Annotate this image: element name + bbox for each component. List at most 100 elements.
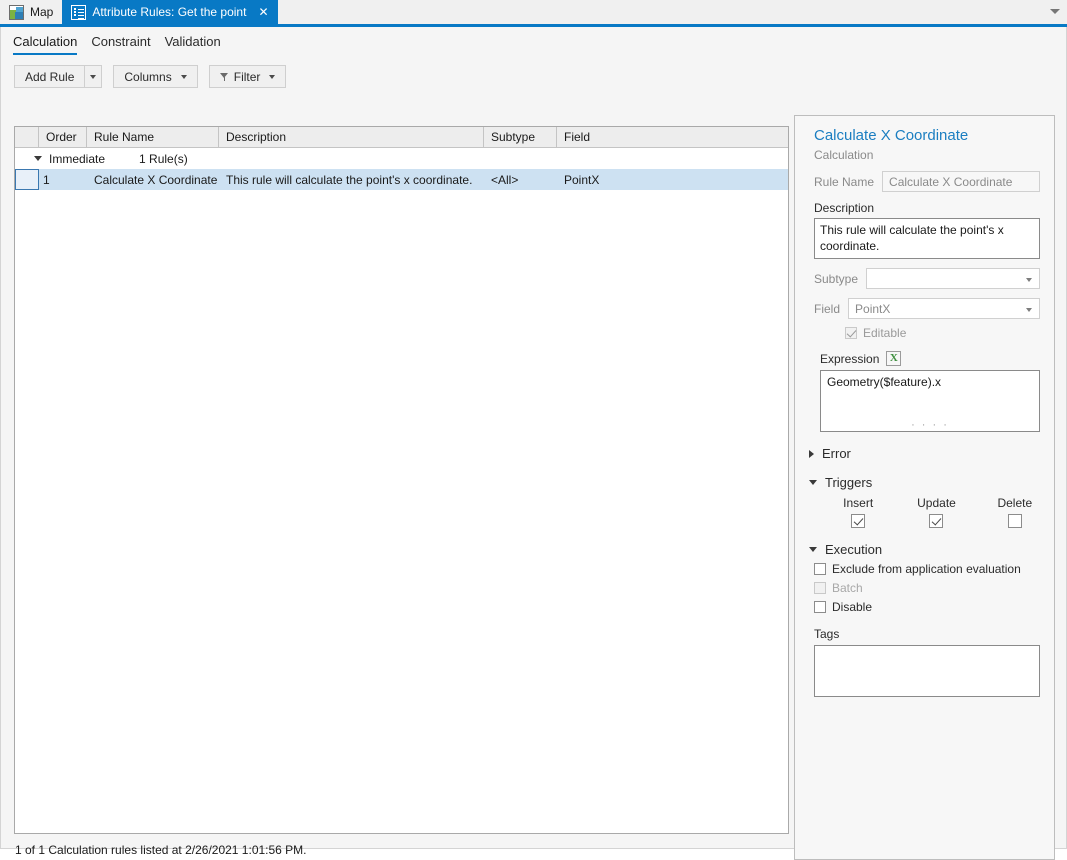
grid-group-label: Immediate	[49, 152, 105, 166]
expression-label: Expression	[820, 352, 879, 366]
attribute-rules-view: Calculation Constraint Validation Add Ru…	[0, 27, 1067, 849]
cell-order[interactable]: 1	[39, 169, 87, 190]
status-bar: 1 of 1 Calculation rules listed at 2/26/…	[15, 843, 307, 857]
filter-button[interactable]: Filter	[209, 65, 287, 88]
batch-row: Batch	[795, 581, 1054, 595]
attribute-rules-window: Map Attribute Rules: Get the point ✕ Cal…	[0, 0, 1067, 849]
arcade-expression-icon[interactable]: X	[886, 351, 901, 366]
panel-subtitle: Calculation	[795, 144, 1054, 162]
chevron-down-icon	[181, 75, 187, 79]
batch-label: Batch	[832, 581, 863, 595]
grid-toolbar: Add Rule Columns Filter	[1, 55, 1066, 96]
batch-checkbox[interactable]	[814, 582, 826, 594]
close-icon[interactable]: ✕	[258, 6, 268, 18]
subtype-select[interactable]	[866, 268, 1040, 289]
column-header-select[interactable]	[15, 127, 39, 147]
description-block: Description This rule will calculate the…	[795, 201, 1054, 259]
trigger-update-label: Update	[897, 496, 975, 510]
rule-type-tabs: Calculation Constraint Validation	[1, 27, 1066, 55]
chevron-down-icon	[90, 75, 96, 79]
grid-header-row: Order Rule Name Description Subtype Fiel…	[15, 127, 788, 148]
columns-button[interactable]: Columns	[113, 65, 197, 88]
cell-field[interactable]: PointX	[557, 169, 788, 190]
add-rule-label: Add Rule	[25, 70, 74, 84]
filter-label: Filter	[234, 70, 261, 84]
tab-validation[interactable]: Validation	[165, 34, 221, 55]
expression-field[interactable]: Geometry($feature).x · · · ·	[820, 370, 1040, 432]
editable-checkbox[interactable]	[845, 327, 857, 339]
attribute-rules-icon	[71, 5, 86, 20]
triggers-group: Insert Update Delete	[795, 496, 1054, 528]
chevron-down-icon	[269, 75, 275, 79]
tab-attribute-rules[interactable]: Attribute Rules: Get the point ✕	[62, 0, 277, 24]
add-rule-dropdown-button[interactable]	[85, 65, 102, 88]
description-label: Description	[814, 201, 1040, 215]
chevron-right-icon	[809, 450, 814, 458]
exclude-from-evaluation-checkbox[interactable]	[814, 563, 826, 575]
tab-map[interactable]: Map	[0, 0, 62, 24]
rules-grid[interactable]: Order Rule Name Description Subtype Fiel…	[14, 126, 789, 834]
field-label: Field	[814, 302, 840, 316]
exclude-from-evaluation-label: Exclude from application evaluation	[832, 562, 1021, 576]
chevron-down-icon	[1026, 308, 1032, 312]
disable-checkbox[interactable]	[814, 601, 826, 613]
grid-group-count: 1 Rule(s)	[139, 152, 188, 166]
tab-calculation[interactable]: Calculation	[13, 34, 77, 55]
trigger-insert: Insert	[819, 496, 897, 528]
tab-constraint-label: Constraint	[91, 34, 150, 49]
trigger-update-checkbox[interactable]	[929, 514, 943, 528]
rule-name-field[interactable]: Calculate X Coordinate	[882, 171, 1040, 192]
column-header-order[interactable]: Order	[39, 127, 87, 147]
tab-validation-label: Validation	[165, 34, 221, 49]
column-header-description[interactable]: Description	[219, 127, 484, 147]
description-field[interactable]: This rule will calculate the point's x c…	[814, 218, 1040, 259]
triggers-section-header[interactable]: Triggers	[795, 475, 1054, 490]
triggers-section-label: Triggers	[825, 475, 872, 490]
row-selector-cell[interactable]	[15, 169, 39, 190]
field-select-value: PointX	[855, 302, 890, 316]
trigger-delete-label: Delete	[976, 496, 1054, 510]
chevron-down-icon[interactable]	[1050, 9, 1060, 14]
field-row: Field PointX	[795, 298, 1054, 319]
chevron-down-icon	[1026, 278, 1032, 282]
chevron-down-icon[interactable]	[34, 156, 42, 161]
filter-icon	[220, 72, 229, 81]
add-rule-button[interactable]: Add Rule	[14, 65, 85, 88]
field-select[interactable]: PointX	[848, 298, 1040, 319]
exclude-from-evaluation-row: Exclude from application evaluation	[795, 562, 1054, 576]
disable-row: Disable	[795, 600, 1054, 614]
trigger-delete-checkbox[interactable]	[1008, 514, 1022, 528]
tags-field[interactable]	[814, 645, 1040, 697]
chevron-down-icon	[809, 480, 817, 485]
columns-label: Columns	[124, 70, 171, 84]
tab-calculation-label: Calculation	[13, 34, 77, 49]
chevron-down-icon	[809, 547, 817, 552]
table-row[interactable]: 1 Calculate X Coordinate This rule will …	[15, 169, 788, 190]
resize-grip-icon[interactable]: · · · ·	[821, 422, 1039, 428]
cell-description[interactable]: This rule will calculate the point's x c…	[219, 169, 484, 190]
trigger-update: Update	[897, 496, 975, 528]
rule-name-label: Rule Name	[814, 175, 874, 189]
error-section-header[interactable]: Error	[795, 446, 1054, 461]
cell-subtype[interactable]: <All>	[484, 169, 557, 190]
trigger-delete: Delete	[976, 496, 1054, 528]
column-header-rule-name[interactable]: Rule Name	[87, 127, 219, 147]
subtype-row: Subtype	[795, 268, 1054, 289]
subtype-label: Subtype	[814, 272, 858, 286]
tags-label: Tags	[795, 627, 1054, 641]
cell-rule-name[interactable]: Calculate X Coordinate	[87, 169, 219, 190]
editable-label: Editable	[863, 326, 906, 340]
execution-section-label: Execution	[825, 542, 882, 557]
add-rule-split-button: Add Rule	[14, 65, 102, 88]
error-section-label: Error	[822, 446, 851, 461]
panel-title: Calculate X Coordinate	[795, 116, 1054, 144]
column-header-field[interactable]: Field	[557, 127, 788, 147]
execution-section-header[interactable]: Execution	[795, 542, 1054, 557]
expression-value: Geometry($feature).x	[827, 375, 941, 389]
trigger-insert-checkbox[interactable]	[851, 514, 865, 528]
tab-constraint[interactable]: Constraint	[91, 34, 150, 55]
column-header-subtype[interactable]: Subtype	[484, 127, 557, 147]
grid-group-row[interactable]: Immediate 1 Rule(s)	[15, 148, 788, 169]
tab-map-label: Map	[30, 5, 53, 19]
window-tabstrip: Map Attribute Rules: Get the point ✕	[0, 0, 1067, 27]
